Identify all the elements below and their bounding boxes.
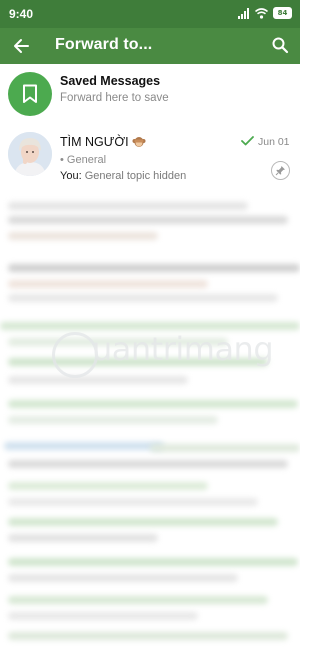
blurred-row <box>8 482 208 490</box>
search-icon[interactable] <box>271 36 289 54</box>
saved-messages-subtitle: Forward here to save <box>60 92 169 104</box>
saved-messages-row[interactable]: Saved Messages Forward here to save <box>0 64 300 126</box>
chat-date: Jun 01 <box>258 136 290 148</box>
bookmark-icon <box>23 84 37 103</box>
blurred-row <box>8 498 258 506</box>
pin-icon <box>271 161 290 180</box>
chat-preview-sender: You: <box>60 170 82 182</box>
status-bar: 9:40 84 <box>0 0 300 28</box>
chat-title: TÌM NGƯỜI <box>60 135 146 149</box>
watermark-text: uantrimang <box>92 330 274 368</box>
blurred-row <box>8 232 158 240</box>
signal-icon <box>238 7 249 19</box>
blurred-row <box>8 518 278 526</box>
wifi-icon <box>255 7 268 19</box>
status-time: 9:40 <box>9 7 34 21</box>
saved-messages-title: Saved Messages <box>60 74 161 88</box>
blurred-row <box>8 574 238 582</box>
watermark: uantrimang <box>46 326 276 386</box>
blurred-row <box>8 416 218 424</box>
app-bar: Forward to... <box>0 28 300 64</box>
status-icons: 84 <box>238 6 292 20</box>
chat-preview-text: General topic hidden <box>84 170 187 182</box>
blurred-row <box>8 400 298 408</box>
blurred-row <box>8 264 300 272</box>
saved-messages-avatar <box>8 72 52 116</box>
blurred-row <box>8 216 288 224</box>
blurred-row <box>8 294 278 302</box>
chat-row[interactable]: TÌM NGƯỜI • General You: General topic h… <box>0 126 300 192</box>
check-icon <box>241 136 254 146</box>
back-arrow-icon[interactable] <box>12 36 32 56</box>
avatar-photo <box>8 132 52 176</box>
blurred-chat-list <box>0 192 300 650</box>
blurred-row <box>8 558 298 566</box>
blurred-row <box>8 202 248 210</box>
blurred-row <box>150 444 300 452</box>
blurred-row <box>8 534 158 542</box>
page-title: Forward to... <box>55 36 153 53</box>
battery-icon: 84 <box>273 7 292 19</box>
chat-preview: You: General topic hidden <box>60 170 186 182</box>
chat-title-text: TÌM NGƯỜI <box>60 135 129 149</box>
chat-topic: • General <box>60 154 107 166</box>
blurred-row <box>8 460 288 468</box>
blurred-row <box>8 612 198 620</box>
see-no-evil-monkey-icon <box>132 137 146 147</box>
blurred-row <box>4 442 164 450</box>
blurred-row <box>8 280 208 288</box>
blurred-row <box>8 632 288 640</box>
blurred-row <box>8 596 268 604</box>
avatar <box>8 132 52 176</box>
